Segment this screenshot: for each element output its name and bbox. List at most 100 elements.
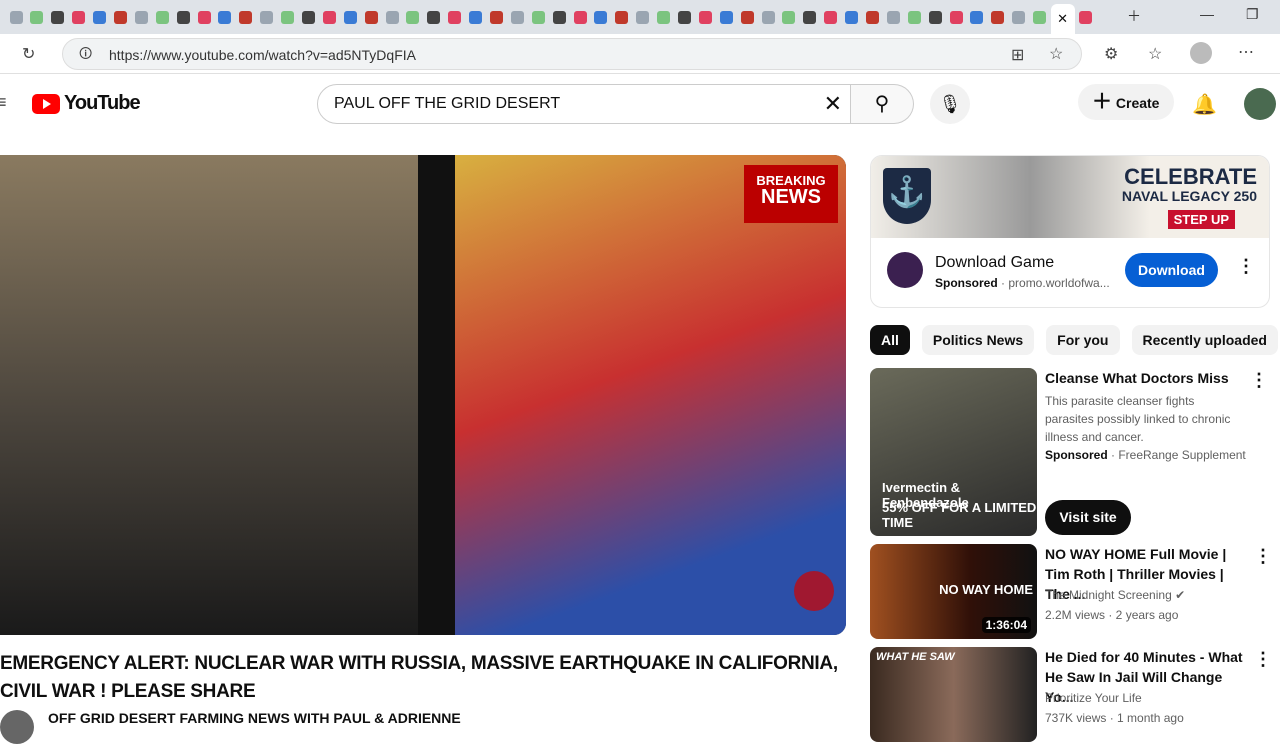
settings-more-icon[interactable]: ⋯ (1238, 42, 1254, 62)
ad-thumbnail[interactable]: Ivermectin & Fenbendazole 55% OFF FOR A … (870, 368, 1037, 536)
browser-tab[interactable] (215, 7, 235, 27)
search-button[interactable]: ⚲ (851, 84, 914, 124)
favorites-icon[interactable]: ☆ (1148, 44, 1162, 64)
browser-tab[interactable] (821, 7, 841, 27)
browser-tab[interactable] (131, 7, 151, 27)
chip-for-you[interactable]: For you (1046, 325, 1120, 355)
chip-recently-uploaded[interactable]: Recently uploaded (1131, 325, 1278, 355)
recommendation-item[interactable]: WHAT HE SAW He Died for 40 Minutes - Wha… (870, 647, 1272, 742)
chip-politics-news[interactable]: Politics News (921, 325, 1035, 355)
refresh-icon[interactable]: ↻ (22, 44, 35, 64)
browser-tab[interactable] (69, 7, 89, 27)
more-options-icon[interactable]: ⋮ (1237, 256, 1255, 277)
video-thumbnail[interactable]: NO WAY HOME 1:36:04 (870, 544, 1037, 639)
browser-tab[interactable] (675, 7, 695, 27)
youtube-logo[interactable]: YouTube (32, 92, 141, 115)
visit-site-button[interactable]: Visit site (1045, 500, 1131, 535)
browser-tab[interactable] (842, 7, 862, 27)
rec-title[interactable]: Cleanse What Doctors Miss (1045, 368, 1245, 388)
browser-tab[interactable] (779, 7, 799, 27)
browser-tab[interactable] (507, 7, 527, 27)
video-thumbnail[interactable]: WHAT HE SAW (870, 647, 1037, 742)
browser-tab[interactable] (570, 7, 590, 27)
favorite-star-icon[interactable]: ☆ (1049, 44, 1063, 64)
browser-tab[interactable] (737, 7, 757, 27)
more-options-icon[interactable]: ⋮ (1250, 370, 1268, 391)
browser-tab[interactable] (654, 7, 674, 27)
maximize-button[interactable]: ❐ (1246, 6, 1259, 23)
address-bar[interactable]: 🛈 https://www.youtube.com/watch?v=ad5NTy… (62, 38, 1082, 70)
browser-tab[interactable] (361, 7, 381, 27)
browser-tab[interactable] (1075, 7, 1095, 27)
search-input[interactable]: PAUL OFF THE GRID DESERT ✕ (317, 84, 851, 124)
rec-channel[interactable]: Prioritize Your Life (1045, 689, 1142, 707)
browser-tab[interactable] (883, 7, 903, 27)
browser-tab[interactable] (194, 7, 214, 27)
browser-tab[interactable] (340, 7, 360, 27)
browser-tab[interactable] (27, 7, 47, 27)
video-player[interactable]: BREAKING NEWS (0, 155, 846, 635)
browser-tab[interactable] (863, 7, 883, 27)
browser-tab[interactable] (716, 7, 736, 27)
browser-tab[interactable] (110, 7, 130, 27)
browser-tab[interactable] (528, 7, 548, 27)
browser-tab[interactable] (1009, 7, 1029, 27)
recommendation-item[interactable]: NO WAY HOME 1:36:04 NO WAY HOME Full Mov… (870, 544, 1272, 639)
browser-tab[interactable] (48, 7, 68, 27)
extensions-icon[interactable]: ⚙ (1104, 44, 1118, 64)
browser-tab[interactable] (6, 7, 26, 27)
browser-tab[interactable] (298, 7, 318, 27)
browser-tab[interactable] (486, 7, 506, 27)
browser-tab[interactable] (988, 7, 1008, 27)
account-avatar[interactable] (1244, 88, 1276, 120)
voice-search-button[interactable]: 🎙 (930, 84, 970, 124)
browser-tab[interactable] (257, 7, 277, 27)
browser-tab[interactable] (466, 7, 486, 27)
browser-tab[interactable] (800, 7, 820, 27)
ad-title[interactable]: Download Game (935, 254, 1054, 272)
minimize-button[interactable]: — (1200, 6, 1214, 22)
browser-tab[interactable] (319, 7, 339, 27)
browser-tab[interactable] (382, 7, 402, 27)
channel-name[interactable]: OFF GRID DESERT FARMING NEWS WITH PAUL &… (48, 710, 461, 726)
rec-channel[interactable]: The Midnight Screening ✔ (1045, 586, 1185, 604)
sponsored-recommendation[interactable]: Ivermectin & Fenbendazole 55% OFF FOR A … (870, 368, 1270, 536)
new-tab-button[interactable]: ＋ (1127, 6, 1141, 26)
browser-tab[interactable] (591, 7, 611, 27)
browser-tab[interactable] (90, 7, 110, 27)
browser-tab[interactable] (278, 7, 298, 27)
browser-tab[interactable] (173, 7, 193, 27)
browser-tab[interactable] (695, 7, 715, 27)
app-install-icon[interactable]: ⊞ (1011, 45, 1024, 65)
browser-tab[interactable] (946, 7, 966, 27)
subscribe-watermark-icon[interactable] (794, 571, 834, 611)
active-browser-tab[interactable]: ✕ (1050, 4, 1075, 34)
notifications-bell-icon[interactable]: 🔔 (1192, 92, 1217, 117)
sponsored-ad-card[interactable]: ⚓ CELEBRATE NAVAL LEGACY 250 STEP UP Dow… (870, 155, 1270, 308)
more-options-icon[interactable]: ⋮ (1254, 649, 1272, 670)
browser-tab[interactable] (152, 7, 172, 27)
browser-tab[interactable] (549, 7, 569, 27)
browser-tab[interactable] (424, 7, 444, 27)
browser-tab[interactable] (633, 7, 653, 27)
create-button[interactable]: ＋ Create (1078, 84, 1174, 120)
download-button[interactable]: Download (1125, 253, 1218, 287)
browser-tab[interactable] (612, 7, 632, 27)
browser-tab[interactable] (967, 7, 987, 27)
browser-tab[interactable] (904, 7, 924, 27)
chip-all[interactable]: All (870, 325, 910, 355)
browser-tab[interactable] (758, 7, 778, 27)
ad-banner[interactable]: ⚓ CELEBRATE NAVAL LEGACY 250 STEP UP (871, 156, 1269, 238)
profile-avatar[interactable] (1190, 42, 1212, 64)
browser-tab[interactable] (236, 7, 256, 27)
more-options-icon[interactable]: ⋮ (1254, 546, 1272, 567)
tab-favicon-icon (448, 10, 462, 24)
channel-avatar[interactable] (0, 710, 34, 744)
browser-tab[interactable] (403, 7, 423, 27)
browser-tab[interactable] (445, 7, 465, 27)
site-info-icon[interactable]: 🛈 (79, 45, 92, 67)
browser-tab[interactable] (925, 7, 945, 27)
menu-icon[interactable]: ≡ (0, 92, 7, 113)
browser-tab[interactable] (1030, 7, 1050, 27)
clear-search-icon[interactable]: ✕ (824, 85, 842, 123)
